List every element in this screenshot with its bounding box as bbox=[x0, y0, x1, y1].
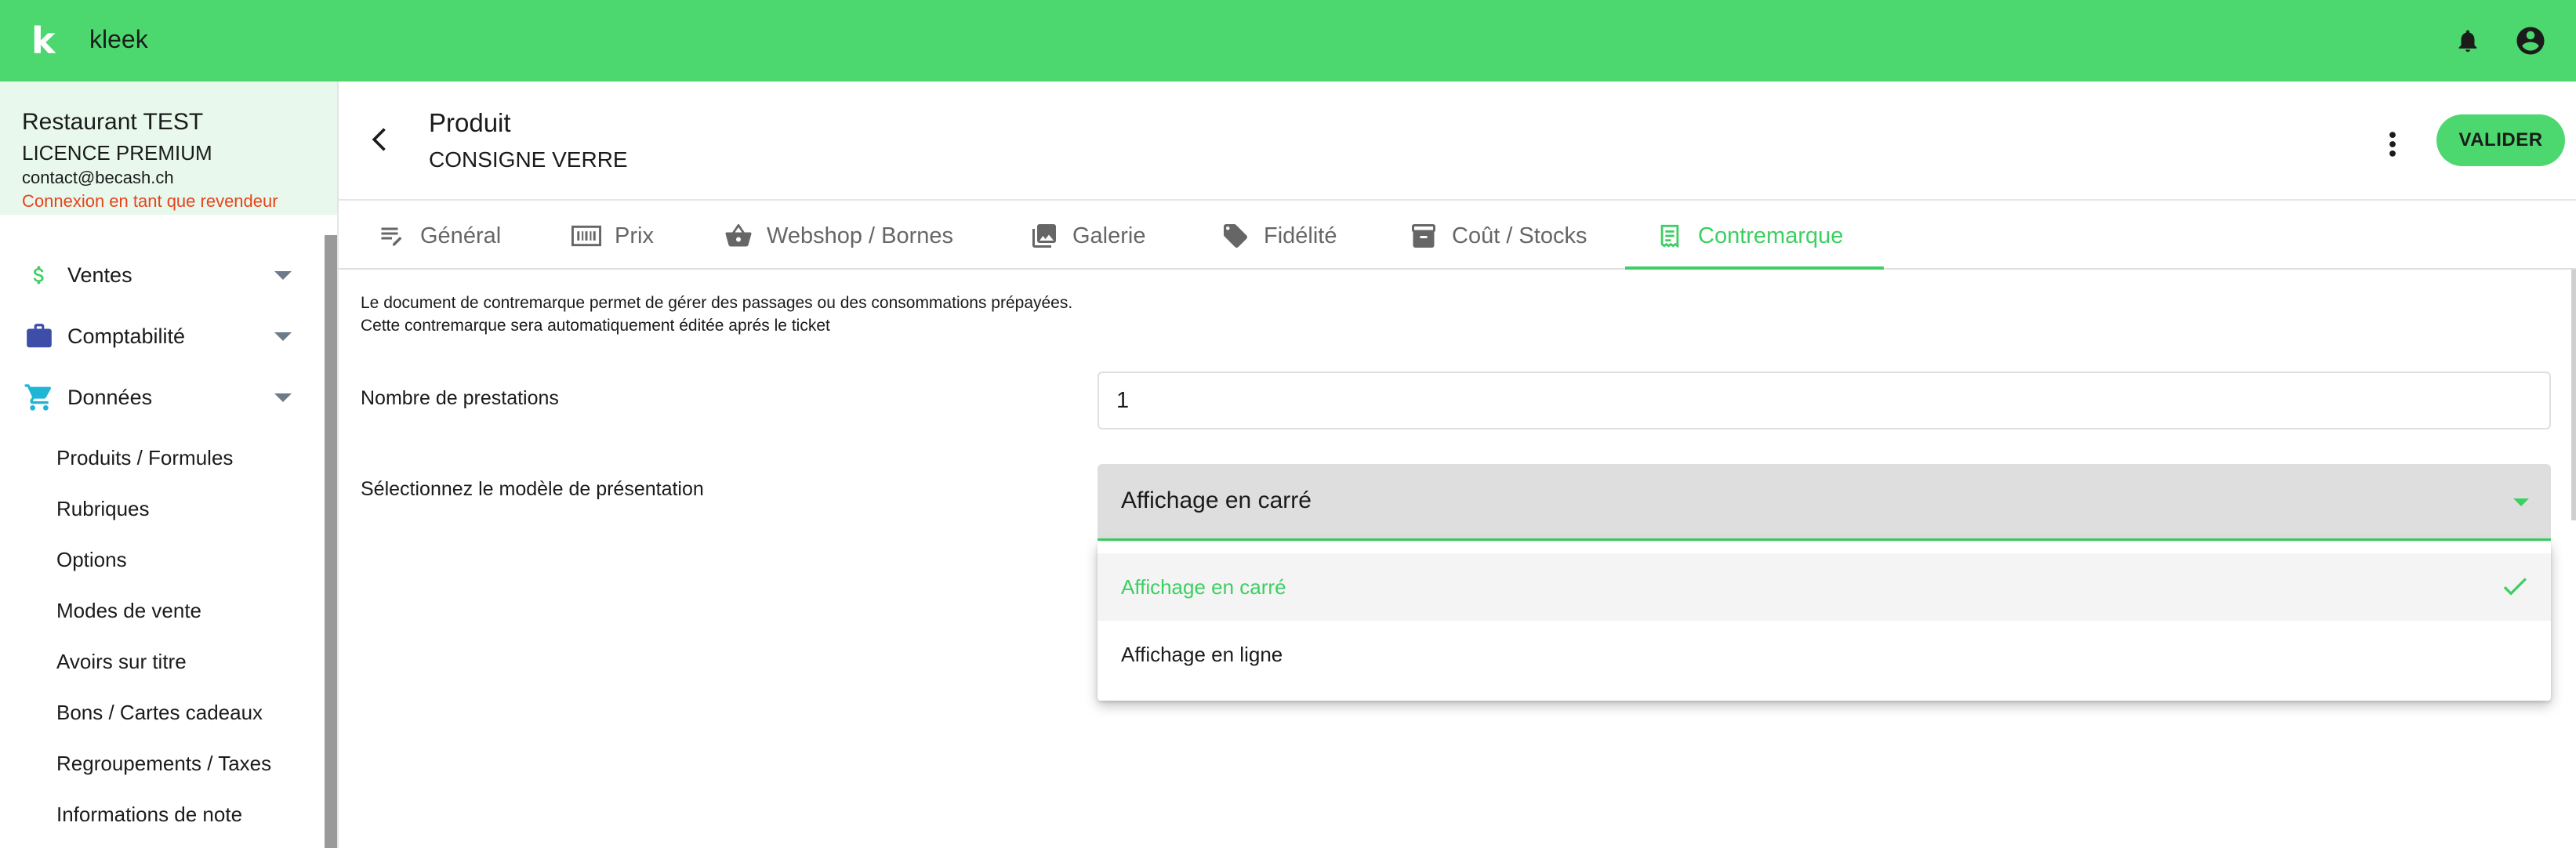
tab-label: Contremarque bbox=[1698, 223, 1844, 248]
page-subtitle: CONSIGNE VERRE bbox=[429, 147, 628, 172]
account-email: contact@becash.ch bbox=[22, 168, 174, 187]
description-line: Cette contremarque sera automatiquement … bbox=[361, 317, 830, 335]
sidebar-item-avoirs-sur-titre[interactable]: Avoirs sur titre bbox=[56, 647, 187, 676]
sidebar-section-label: Comptabilité bbox=[67, 324, 186, 348]
caret-down-icon bbox=[274, 270, 292, 280]
page-header: Produit CONSIGNE VERRE VALIDER bbox=[339, 82, 2576, 201]
caret-down-icon bbox=[274, 393, 292, 402]
model-dropdown-menu: Affichage en carré Affichage en ligne bbox=[1098, 542, 2551, 701]
tab-label: Fidélité bbox=[1264, 223, 1337, 248]
sidebar-item-regroupements-taxes[interactable]: Regroupements / Taxes bbox=[56, 749, 271, 777]
tab-label: Prix bbox=[615, 223, 654, 248]
active-tab-indicator bbox=[1625, 266, 1884, 270]
description-line: Le document de contremarque permet de gé… bbox=[361, 294, 1073, 312]
model-select[interactable]: Affichage en carré bbox=[1098, 464, 2551, 541]
tab-label: Coût / Stocks bbox=[1452, 223, 1587, 248]
account-panel: Restaurant TEST LICENCE PREMIUM contact@… bbox=[0, 82, 337, 215]
option-affichage-en-ligne[interactable]: Affichage en ligne bbox=[1098, 621, 2551, 688]
briefcase-icon bbox=[22, 319, 56, 353]
check-icon bbox=[2499, 571, 2531, 602]
tab-label: Galerie bbox=[1072, 223, 1146, 248]
contremarque-description: Le document de contremarque permet de gé… bbox=[361, 292, 1072, 337]
tab-label: Webshop / Bornes bbox=[767, 223, 954, 248]
cart-icon bbox=[22, 380, 56, 415]
sidebar-section-label: Données bbox=[67, 385, 153, 409]
sidebar-item-produits-formules[interactable]: Produits / Formules bbox=[56, 444, 233, 472]
sidebar-section-label: Ventes bbox=[67, 263, 132, 287]
tab-galerie[interactable]: Galerie bbox=[1027, 202, 1146, 270]
sidebar-section-donnees[interactable]: Données bbox=[0, 370, 314, 425]
dropdown-arrow-icon bbox=[2513, 498, 2529, 506]
tab-fidelite[interactable]: Fidélité bbox=[1218, 202, 1337, 270]
sidebar-item-rubriques[interactable]: Rubriques bbox=[56, 495, 150, 523]
option-affichage-en-carre[interactable]: Affichage en carré bbox=[1098, 553, 2551, 621]
edit-notes-icon bbox=[375, 219, 409, 253]
tab-general[interactable]: Général bbox=[375, 202, 501, 270]
sidebar-item-modes-de-vente[interactable]: Modes de vente bbox=[56, 596, 201, 625]
sidebar-section-comptabilite[interactable]: Comptabilité bbox=[0, 309, 314, 364]
option-label: Affichage en carré bbox=[1121, 574, 1286, 599]
restaurant-name: Restaurant TEST bbox=[22, 109, 204, 135]
tag-icon bbox=[1218, 219, 1253, 253]
sidebar-scrollbar[interactable] bbox=[325, 235, 337, 848]
prestations-input[interactable]: 1 bbox=[1098, 371, 2551, 429]
select-value: Affichage en carré bbox=[1121, 487, 1312, 513]
basket-icon bbox=[721, 219, 756, 253]
tab-prix[interactable]: Prix bbox=[569, 202, 654, 270]
sidebar-item-bons-cartes-cadeaux[interactable]: Bons / Cartes cadeaux bbox=[56, 698, 263, 727]
tab-contremarque[interactable]: Contremarque bbox=[1653, 202, 1843, 270]
model-label: Sélectionnez le modèle de présentation bbox=[361, 478, 704, 500]
prestations-label: Nombre de prestations bbox=[361, 387, 559, 409]
receipt-icon bbox=[1653, 219, 1687, 253]
validate-button[interactable]: VALIDER bbox=[2436, 114, 2565, 166]
caret-down-icon bbox=[274, 332, 292, 341]
option-label: Affichage en ligne bbox=[1121, 642, 1283, 666]
barcode-icon bbox=[569, 219, 604, 253]
account-circle-icon[interactable] bbox=[2512, 22, 2549, 60]
sidebar-item-informations-de-note[interactable]: Informations de note bbox=[56, 800, 242, 828]
licence-label: LICENCE PREMIUM bbox=[22, 141, 212, 165]
reseller-login-link[interactable]: Connexion en tant que revendeur bbox=[22, 190, 337, 213]
dollar-icon bbox=[22, 258, 56, 292]
archive-icon bbox=[1406, 219, 1441, 253]
kleek-logo[interactable]: k bbox=[31, 20, 63, 61]
sidebar: Restaurant TEST LICENCE PREMIUM contact@… bbox=[0, 82, 339, 848]
image-gallery-icon bbox=[1027, 219, 1061, 253]
tab-cout-stocks[interactable]: Coût / Stocks bbox=[1406, 202, 1587, 270]
back-arrow-icon[interactable] bbox=[356, 116, 403, 163]
page-title: Produit bbox=[429, 108, 511, 137]
more-vert-icon[interactable] bbox=[2377, 121, 2408, 168]
top-app-bar: k kleek bbox=[0, 0, 2576, 82]
app-name: kleek bbox=[89, 25, 148, 53]
tab-label: Général bbox=[420, 223, 502, 248]
content-scrollbar[interactable] bbox=[2571, 270, 2576, 520]
tab-bar: Général Prix Webshop / Bornes Galerie Fi… bbox=[339, 202, 2576, 270]
bell-icon[interactable] bbox=[2449, 22, 2487, 60]
sidebar-section-ventes[interactable]: Ventes bbox=[0, 248, 314, 303]
sidebar-item-options[interactable]: Options bbox=[56, 545, 127, 574]
tab-webshop-bornes[interactable]: Webshop / Bornes bbox=[721, 202, 953, 270]
